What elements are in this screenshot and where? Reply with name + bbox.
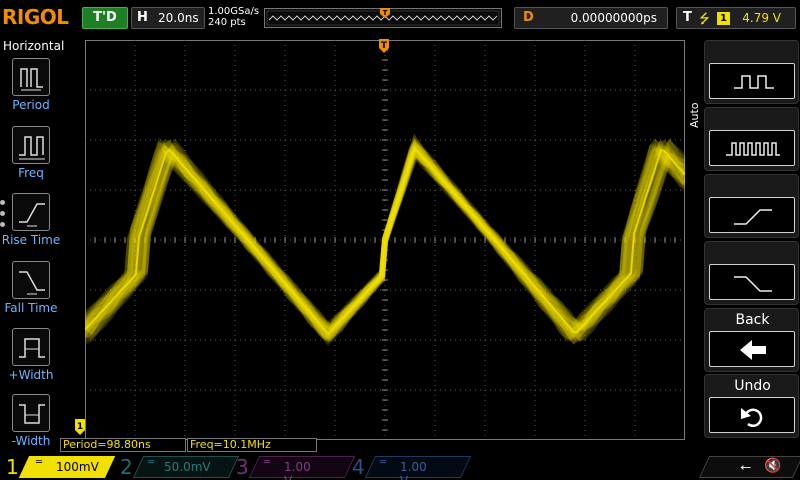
back-button-label: Back [735,312,770,328]
dc-coupling-icon: ═ [148,457,155,468]
measure-fall-time-item[interactable]: Fall Time [0,261,62,325]
square-wave-icon [709,63,795,99]
measure-freq-label: Freq [18,166,44,180]
ch1-waveform-trace [85,133,685,347]
period-icon [12,58,50,96]
undo-icon [709,397,795,433]
delay-value: 0.00000000ps [570,11,657,25]
frequency-measurement[interactable]: Freq=10.1MHz [187,438,317,452]
usb-icon: ⭠ [740,459,752,475]
measure-positive-width-label: +Width [8,368,54,382]
measure-period-label: Period [12,98,50,112]
delay-box[interactable]: D 0.00000000ps [514,7,668,29]
trigger-box[interactable]: T ⭍ 1 4.79 V [676,7,796,29]
ch4-scale: 1.00 V [400,460,427,480]
softkey-rising-edge[interactable] [704,174,799,238]
dc-coupling-icon: ═ [36,457,43,468]
horizontal-key: H [137,10,148,25]
ch1-number: 1 [6,455,19,479]
softkey-burst-wave[interactable] [704,107,799,171]
measure-negative-width-label: -Width [11,434,51,448]
ch2-scale: 50.0mV [164,460,211,474]
left-menu-title: Horizontal [3,39,65,53]
ch4-number: 4 [352,455,365,479]
waveform-display[interactable] [85,40,685,440]
left-measure-menu: Horizontal Period Freq Rise Time Fall Ti… [0,38,65,454]
trigger-key: T [683,10,692,25]
menu-mode-tab: Auto [688,94,702,128]
rise-time-icon [12,193,50,231]
svg-text:T: T [381,41,388,51]
undo-button-label: Undo [734,378,771,394]
softkey-square-wave[interactable] [704,40,799,104]
ch2-number: 2 [120,455,133,479]
top-status-bar: RIGOL T'D H 20.0ns 1.00GSa/s 240 pts T D… [0,0,800,38]
run-state-badge[interactable]: T'D [82,7,128,29]
trigger-level: 4.79 V [742,11,781,25]
measure-rise-time-label: Rise Time [1,233,61,247]
ch1-scale: 100mV [56,460,99,474]
dc-coupling-icon: ═ [380,457,387,468]
fall-time-icon [12,261,50,299]
measure-period-item[interactable]: Period [0,58,62,122]
menu-mode-label: Auto [688,102,701,128]
freq-icon [12,126,50,164]
measure-fall-time-label: Fall Time [4,301,58,315]
back-button[interactable]: Back [704,308,799,372]
back-arrow-icon [709,331,795,367]
measure-negative-width-item[interactable]: -Width [0,394,62,458]
sample-rate: 1.00GSa/s [208,6,260,17]
speaker-mute-icon[interactable]: 🔇 [764,458,781,474]
rising-edge-icon [709,197,795,233]
memory-trigger-marker: T [380,8,390,18]
memory-trigger-label: T [383,9,388,17]
acquisition-info: 1.00GSa/s 240 pts [208,6,259,28]
svg-text:1: 1 [77,422,83,432]
memory-depth: 240 pts [208,17,246,28]
trigger-source: 1 [717,12,730,25]
memory-overview-strip: T [264,8,502,28]
delay-key: D [523,10,534,25]
channel-status-bar: 1 ═ 100mV 2 ═ 50.0mV 3 ═ 1.00 V 4 ═ 1.00… [0,454,800,480]
dc-coupling-icon: ═ [264,457,271,468]
right-softkey-menu: Auto Back Undo [686,38,800,454]
measure-rise-time-item[interactable]: Rise Time [0,193,62,257]
trigger-position-marker[interactable]: T [378,38,390,54]
measure-positive-width-item[interactable]: +Width [0,328,62,392]
timebase-value: 20.0ns [158,11,199,25]
horizontal-timebase-box[interactable]: H 20.0ns [131,7,205,29]
positive-width-icon [12,328,50,366]
negative-width-icon [12,394,50,432]
period-measurement[interactable]: Period=98.80ns [60,438,186,452]
ch3-number: 3 [236,455,249,479]
ch3-scale: 1.00 V [284,460,311,480]
burst-wave-icon [709,130,795,166]
softkey-falling-edge[interactable] [704,241,799,305]
rigol-logo: RIGOL [2,5,69,29]
falling-edge-icon [709,264,795,300]
rising-edge-icon: ⭍ [699,12,710,27]
measure-freq-item[interactable]: Freq [0,126,62,190]
undo-button[interactable]: Undo [704,374,799,438]
ch1-offset-marker[interactable]: 1 [74,418,86,436]
